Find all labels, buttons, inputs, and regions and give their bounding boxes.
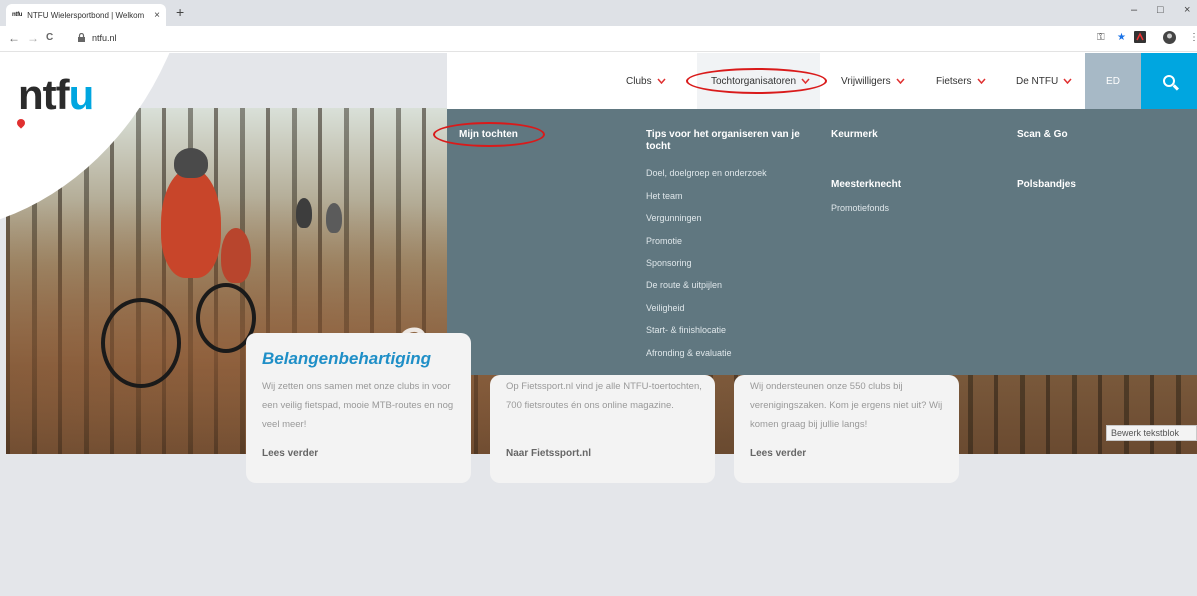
card-text: Wij zetten ons samen met onze clubs in v… (262, 381, 454, 430)
tab-title: NTFU Wielersportbond | Welkom (27, 10, 145, 20)
browser-tab[interactable]: ntfu NTFU Wielersportbond | Welkom × (6, 4, 166, 26)
nav-label: Fietsers (936, 75, 972, 87)
menu-link[interactable]: Doel, doelgroep en onderzoek (646, 168, 767, 179)
pdf-extension-icon[interactable] (1134, 31, 1146, 46)
nav-de-ntfu[interactable]: De NTFU (1016, 53, 1072, 109)
chevron-down-icon (1063, 76, 1072, 86)
menu-icon[interactable]: ⋮ (1189, 32, 1197, 43)
card-fietssport: Op Fietssport.nl vind je alle NTFU-toert… (490, 375, 715, 483)
card-link-fietssport[interactable]: Naar Fietssport.nl (506, 448, 591, 459)
nav-fietsers[interactable]: Fietsers (936, 53, 986, 109)
edit-textblock-button[interactable]: Bewerk tekstblok (1106, 425, 1197, 441)
browser-address-bar: ← → C ntfu.nl ⚿ ★ ⋮ (0, 26, 1197, 52)
helmet-figure (174, 148, 208, 178)
menu-link[interactable]: Start- & finishlocatie (646, 325, 726, 336)
bike-wheel (101, 298, 181, 388)
chevron-down-icon (976, 76, 986, 86)
forward-button[interactable]: → (27, 31, 39, 45)
back-button[interactable]: ← (8, 31, 20, 45)
annotation-ring (433, 122, 545, 147)
menu-heading-polsbandjes[interactable]: Polsbandjes (1017, 179, 1076, 191)
card-link-lees-verder[interactable]: Lees verder (750, 448, 806, 459)
rider-figure (161, 168, 221, 278)
nav-label: Vrijwilligers (841, 75, 891, 87)
lock-icon (78, 32, 85, 44)
page: Gen ntfu Clubs Tochtorganisatoren Vrijwi… (0, 53, 1197, 596)
nav-label: Clubs (626, 75, 652, 87)
card-clubs: Wij ondersteunen onze 550 clubs bij vere… (734, 375, 959, 483)
nav-label: De NTFU (1016, 75, 1059, 87)
ntfu-favicon-icon: ntfu (12, 12, 23, 18)
star-icon[interactable]: ★ (1117, 32, 1126, 43)
search-button[interactable] (1141, 53, 1197, 109)
chevron-down-icon (657, 76, 666, 86)
profile-icon[interactable] (1163, 31, 1176, 47)
key-icon[interactable]: ⚿ (1097, 32, 1105, 43)
menu-link[interactable]: Afronding & evaluatie (646, 348, 732, 359)
mega-menu-column: Scan & Go (1017, 129, 1068, 141)
menu-link[interactable]: Vergunningen (646, 213, 702, 224)
menu-link[interactable]: Het team (646, 191, 683, 202)
logo-text-accent: u (68, 71, 95, 118)
tab-close-icon[interactable]: × (154, 10, 160, 21)
url-input[interactable]: ntfu.nl (92, 33, 117, 43)
menu-link[interactable]: Sponsoring (646, 258, 692, 269)
card-link-lees-verder[interactable]: Lees verder (262, 448, 318, 459)
ntfu-logo[interactable]: ntfu (18, 71, 95, 119)
rider-figure (221, 228, 251, 283)
menu-heading-keurmerk[interactable]: Keurmerk (831, 129, 878, 141)
logo-text: ntf (18, 71, 70, 118)
menu-link[interactable]: Veiligheid (646, 303, 685, 314)
chevron-down-icon (896, 76, 905, 86)
card-text: Op Fietssport.nl vind je alle NTFU-toert… (506, 381, 702, 411)
mega-menu-column: Keurmerk (831, 129, 878, 141)
menu-heading-tips[interactable]: Tips voor het organiseren van je tocht (646, 129, 816, 153)
reload-button[interactable]: C (46, 32, 53, 43)
user-account-button[interactable]: ED (1085, 53, 1141, 109)
nav-vrijwilligers[interactable]: Vrijwilligers (841, 53, 905, 109)
search-icon (1163, 75, 1175, 87)
card-title: Belangenbehartiging (262, 349, 432, 368)
window-close-button[interactable]: × (1184, 4, 1190, 16)
rider-figure (326, 203, 342, 233)
card-text: Wij ondersteunen onze 550 clubs bij vere… (750, 381, 943, 430)
browser-tab-strip: ntfu NTFU Wielersportbond | Welkom × + –… (0, 0, 1197, 26)
restore-button[interactable]: □ (1157, 4, 1164, 16)
menu-link[interactable]: Promotiefonds (831, 203, 889, 214)
menu-heading-scan-go[interactable]: Scan & Go (1017, 129, 1068, 141)
minimize-button[interactable]: – (1131, 4, 1137, 16)
rider-figure (296, 198, 312, 228)
menu-link[interactable]: Promotie (646, 236, 682, 247)
mega-menu-column: Tips voor het organiseren van je tocht (646, 129, 816, 153)
menu-link[interactable]: De route & uitpijlen (646, 280, 722, 291)
nav-clubs[interactable]: Clubs (626, 53, 666, 109)
annotation-ring (686, 68, 827, 94)
new-tab-button[interactable]: + (176, 4, 184, 20)
card-belangenbehartiging: Belangenbehartiging Wij zetten ons samen… (246, 333, 471, 483)
menu-heading-meesterknecht[interactable]: Meesterknecht (831, 179, 901, 191)
mega-menu: Mijn tochten Tips voor het organiseren v… (447, 109, 1197, 375)
